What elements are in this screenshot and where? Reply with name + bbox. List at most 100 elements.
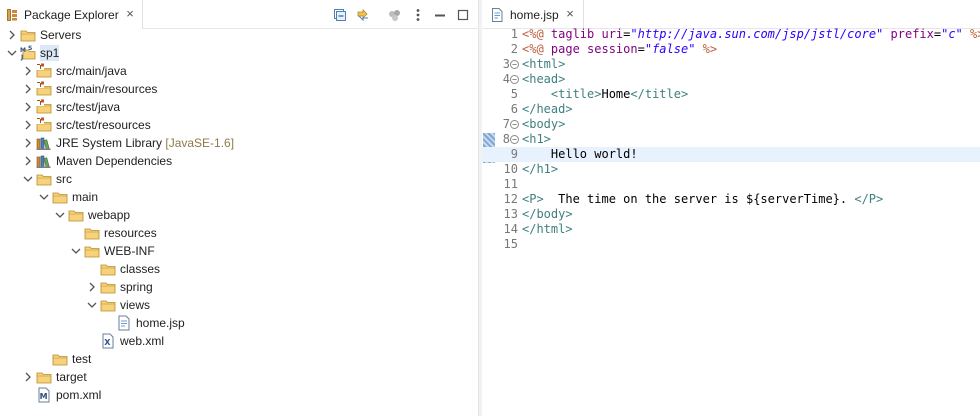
code-token: "false" [644, 42, 696, 56]
code-text: <%@ taglib uri="http://java.sun.com/jsp/… [522, 27, 980, 42]
line-number: 6 [510, 102, 518, 116]
chevron-down-icon[interactable] [6, 47, 18, 59]
fold-toggle-icon[interactable]: − [510, 75, 519, 84]
tree-item[interactable]: src/main/resources [0, 80, 478, 98]
tree-item[interactable]: src/test/java [0, 98, 478, 116]
tree-item[interactable]: views [0, 296, 478, 314]
jsp-file-icon [116, 315, 132, 331]
package-explorer-icon [7, 8, 18, 21]
code-token: Hello world! [522, 147, 638, 161]
chevron-right-icon[interactable] [6, 29, 18, 41]
link-with-editor-icon[interactable] [355, 7, 371, 23]
code-line[interactable]: 8− <h1> [482, 132, 980, 147]
view-menu-icon[interactable] [410, 7, 426, 23]
close-icon[interactable]: × [564, 7, 576, 20]
chevron-down-icon[interactable] [70, 245, 82, 257]
fold-toggle-icon[interactable]: − [510, 135, 519, 144]
chevron-right-icon[interactable] [22, 65, 34, 77]
source-folder-icon [36, 99, 52, 115]
focus-on-active-icon[interactable] [387, 7, 403, 23]
code-line[interactable]: 3− <html> [482, 57, 980, 72]
fold-toggle-icon[interactable]: − [510, 60, 519, 69]
folder-icon [100, 261, 116, 277]
code-line[interactable]: 15 [482, 237, 980, 252]
tree-item[interactable]: Mpom.xml [0, 386, 478, 404]
tree-item[interactable]: main [0, 188, 478, 206]
chevron-right-icon[interactable] [22, 137, 34, 149]
chevron-down-icon[interactable] [54, 209, 66, 221]
code-token: <html> [522, 57, 566, 71]
chevron-right-icon[interactable] [86, 281, 98, 293]
code-line[interactable]: 2 <%@ page session="false" %> [482, 42, 980, 57]
tree-item[interactable]: src [0, 170, 478, 188]
maximize-icon[interactable] [455, 7, 471, 23]
code-line[interactable]: 10 </h1> [482, 162, 980, 177]
line-number: 2 [510, 42, 518, 56]
code-token: <head> [522, 72, 566, 86]
tree-item[interactable]: resources [0, 224, 478, 242]
tree-item[interactable]: classes [0, 260, 478, 278]
code-line[interactable]: 12 <P> The time on the server is ${server… [482, 192, 980, 207]
code-text: </head> [522, 102, 573, 117]
tree-item[interactable]: Xweb.xml [0, 332, 478, 350]
tree-item-text: pom.xml [56, 388, 102, 402]
chevron-down-icon[interactable] [86, 299, 98, 311]
tree-item-label: sp1 [40, 45, 60, 61]
svg-text:M: M [40, 392, 48, 401]
tree-item-text: Servers [40, 28, 82, 42]
tree-item-label: resources [104, 225, 157, 241]
tree-item[interactable]: target [0, 368, 478, 386]
tree-item-text: webapp [88, 208, 131, 222]
tree-item-text: resources [104, 226, 157, 240]
tree-item[interactable]: src/main/java [0, 62, 478, 80]
tab-package-explorer[interactable]: Package Explorer × [0, 0, 143, 29]
code-line[interactable]: 4− <head> [482, 72, 980, 87]
code-token: </P> [854, 192, 884, 206]
tree-item[interactable]: src/test/resources [0, 116, 478, 134]
code-line[interactable]: 13 </body> [482, 207, 980, 222]
code-line[interactable]: 11 [482, 177, 980, 192]
close-icon[interactable]: × [124, 7, 136, 20]
line-number: 13 [503, 207, 518, 221]
tree-item[interactable]: webapp [0, 206, 478, 224]
tree-item-text: web.xml [120, 334, 165, 348]
code-line[interactable]: 7− <body> [482, 117, 980, 132]
tab-home-jsp[interactable]: home.jsp × [482, 0, 584, 29]
tree-item[interactable]: JRE System Library [JavaSE-1.6] [0, 134, 478, 152]
code-line[interactable]: 14 </html> [482, 222, 980, 237]
code-line[interactable]: 5 <title>Home</title> [482, 87, 980, 102]
chevron-right-icon[interactable] [22, 83, 34, 95]
tree-item[interactable]: M S Jsp1 [0, 44, 478, 62]
tree-item-label: JRE System Library [JavaSE-1.6] [56, 135, 234, 151]
minimize-icon[interactable] [432, 7, 448, 23]
tree-item-text: WEB-INF [104, 244, 155, 258]
line-number: 5 [510, 87, 518, 101]
line-number: 15 [503, 237, 518, 251]
chevron-right-icon[interactable] [22, 155, 34, 167]
source-folder-icon [36, 117, 52, 133]
code-token: </title> [630, 87, 689, 101]
maven-project-icon: MSJ [20, 45, 36, 61]
tree-item[interactable]: Maven Dependencies [0, 152, 478, 170]
code-token: uri [601, 27, 624, 41]
chevron-right-icon[interactable] [22, 371, 34, 383]
folder-icon [52, 351, 68, 367]
chevron-down-icon[interactable] [38, 191, 50, 203]
tree-item[interactable]: Servers [0, 26, 478, 44]
chevron-down-icon[interactable] [22, 173, 34, 185]
tree-item-text: src/test/resources [56, 118, 151, 132]
line-number: 10 [503, 162, 518, 176]
code-line[interactable]: 6 </head> [482, 102, 980, 117]
tree-item[interactable]: spring [0, 278, 478, 296]
tree-item[interactable]: WEB-INF [0, 242, 478, 260]
chevron-right-icon[interactable] [22, 119, 34, 131]
chevron-right-icon[interactable] [22, 101, 34, 113]
tree-item[interactable]: test [0, 350, 478, 368]
code-line[interactable]: 9 Hello world! [482, 147, 980, 162]
code-line[interactable]: 1 <%@ taglib uri="http://java.sun.com/jsp… [482, 27, 980, 42]
code-token: <%@ [522, 42, 551, 56]
tree-item[interactable]: home.jsp [0, 314, 478, 332]
fold-toggle-icon[interactable]: − [510, 120, 519, 129]
collapse-all-icon[interactable] [332, 7, 348, 23]
svg-text:M: M [20, 47, 26, 54]
